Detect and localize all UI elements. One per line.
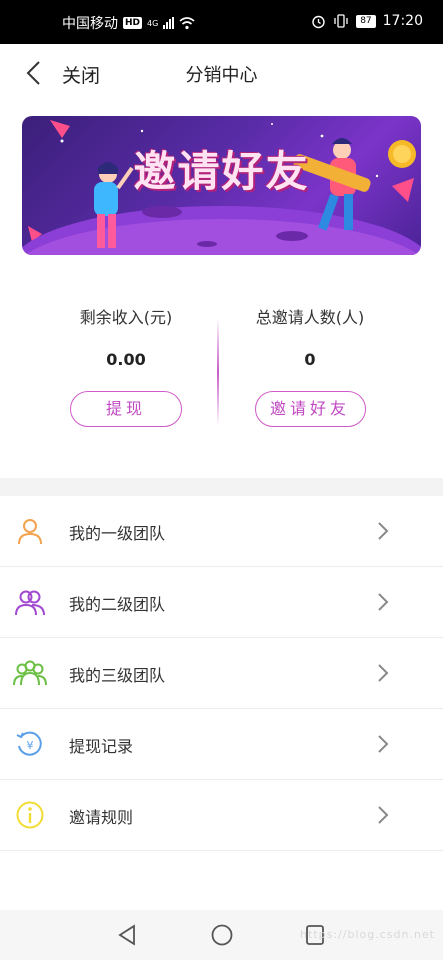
income-label: 剩余收入(元): [79, 308, 173, 327]
nav-bar: 关闭 分销中心: [0, 44, 443, 102]
chevron-right-icon: [378, 522, 389, 540]
menu-item-label: 我的二级团队: [69, 595, 166, 614]
nav-back-icon[interactable]: [116, 923, 138, 947]
chevron-right-icon: [378, 664, 389, 682]
signal-icon: [163, 17, 175, 29]
hd-badge: HD: [123, 17, 143, 29]
invite-friends-button[interactable]: 邀请好友: [254, 391, 366, 427]
income-value: 0.00: [106, 350, 146, 369]
vibrate-icon: [334, 14, 348, 28]
invites-label: 总邀请人数(人): [255, 308, 365, 327]
group-icon: [13, 660, 47, 686]
section-separator: [0, 478, 443, 496]
page-title: 分销中心: [185, 65, 258, 86]
wifi-icon: [179, 16, 195, 29]
stats-panel: 剩余收入(元) 0.00 提现 总邀请人数(人) 0 邀请好友: [0, 290, 443, 450]
withdraw-record-icon: ¥: [16, 731, 42, 756]
watermark: https://blog.csdn.net: [300, 928, 435, 941]
chevron-right-icon: [378, 735, 389, 753]
invite-banner[interactable]: 邀请好友: [22, 116, 421, 255]
menu-item-invite-rules[interactable]: 邀请规则: [0, 780, 443, 851]
menu-item-level2-team[interactable]: 我的二级团队: [0, 567, 443, 638]
menu-item-level1-team[interactable]: 我的一级团队: [0, 496, 443, 567]
banner-title: 邀请好友: [133, 147, 310, 196]
menu-item-label: 邀请规则: [69, 808, 134, 827]
withdraw-button[interactable]: 提现: [70, 391, 182, 427]
invites-value: 0: [304, 350, 316, 369]
invites-stat: 总邀请人数(人) 0 邀请好友: [210, 290, 410, 427]
menu-item-label: 提现记录: [69, 737, 134, 756]
status-bar: 中国移动 HD 4G 87 17:20: [0, 0, 443, 44]
chevron-right-icon: [378, 806, 389, 824]
battery-icon: 87: [356, 14, 376, 28]
carrier-label: 中国移动: [62, 16, 118, 32]
info-icon: [16, 801, 44, 829]
menu-item-level3-team[interactable]: 我的三级团队: [0, 638, 443, 709]
svg-text:¥: ¥: [27, 739, 34, 752]
network-label: 4G: [147, 18, 159, 28]
menu-item-label: 我的一级团队: [69, 524, 166, 543]
person-icon: [18, 519, 42, 545]
income-stat: 剩余收入(元) 0.00 提现: [26, 290, 226, 427]
nav-home-icon[interactable]: [210, 923, 234, 947]
system-nav-bar: https://blog.csdn.net: [0, 910, 443, 960]
menu-item-withdraw-record[interactable]: ¥ 提现记录: [0, 709, 443, 780]
menu-item-label: 我的三级团队: [69, 666, 166, 685]
alarm-icon: [312, 15, 325, 28]
people-icon: [15, 590, 45, 616]
menu-list: 我的一级团队 我的二级团队 我的三级团队 ¥ 提现记录 邀请规则: [0, 496, 443, 851]
clock-label: 17:20: [382, 13, 423, 29]
chevron-right-icon: [378, 593, 389, 611]
